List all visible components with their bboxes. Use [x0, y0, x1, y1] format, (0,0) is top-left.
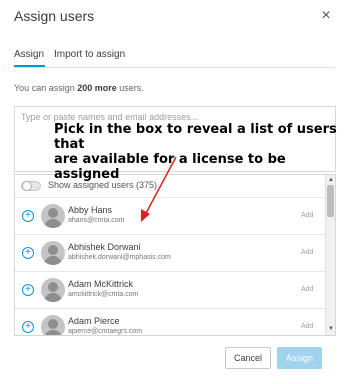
tab-import-to-assign[interactable]: Import to assign [54, 49, 125, 65]
user-name: Adam McKittrick [68, 279, 134, 289]
close-icon[interactable]: × [318, 8, 334, 24]
avatar [41, 204, 65, 228]
available-count: 200 more [77, 83, 117, 93]
user-email: apierce@cmtaegrs.com [68, 328, 143, 335]
show-assigned-toggle[interactable] [21, 181, 41, 191]
user-email: amckittrick@cmta.com [68, 291, 139, 298]
available-seats-text: You can assign 200 more users. [14, 83, 144, 93]
list-item[interactable]: + Adam McKittrick amckittrick@cmta.com A… [15, 271, 325, 307]
add-user-button[interactable]: Add [301, 212, 313, 219]
add-user-button[interactable]: Add [301, 286, 313, 293]
user-name: Abhishek Dorwani [68, 242, 141, 252]
tab-divider [14, 67, 335, 68]
user-email: abhishek.dorwani@mphasis.com [68, 254, 171, 261]
available-prefix: You can assign [14, 83, 78, 93]
available-suffix: users. [116, 83, 144, 93]
list-scrollbar[interactable]: ▲ ▼ [325, 175, 335, 335]
assign-button[interactable]: Assign [277, 347, 322, 369]
dialog-title: Assign users [14, 8, 95, 24]
user-email: ahans@cmta.com [68, 217, 125, 224]
instruction-annotation: Pick in the box to reveal a list of user… [54, 122, 344, 182]
tab-assign[interactable]: Assign [14, 49, 46, 67]
list-item[interactable]: + Abby Hans ahans@cmta.com Add [15, 197, 325, 233]
add-user-icon[interactable]: + [22, 210, 34, 222]
scroll-down-icon[interactable]: ▼ [326, 325, 335, 333]
scroll-thumb[interactable] [327, 185, 334, 217]
list-item[interactable]: + Abhishek Dorwani abhishek.dorwani@mpha… [15, 234, 325, 270]
list-item[interactable]: + Adam Pierce apierce@cmtaegrs.com Add [15, 308, 325, 335]
add-user-icon[interactable]: + [22, 284, 34, 296]
add-user-icon[interactable]: + [22, 321, 34, 333]
add-user-icon[interactable]: + [22, 247, 34, 259]
avatar [41, 315, 65, 335]
user-name: Abby Hans [68, 205, 113, 215]
cancel-button[interactable]: Cancel [225, 347, 271, 369]
avatar [41, 278, 65, 302]
add-user-button[interactable]: Add [301, 323, 313, 330]
assign-users-dialog: Assign users × Assign Import to assign Y… [0, 0, 349, 384]
toggle-knob [22, 181, 32, 191]
avatar [41, 241, 65, 265]
add-user-button[interactable]: Add [301, 249, 313, 256]
user-name: Adam Pierce [68, 316, 120, 326]
user-list: Show assigned users (375) + Abby Hans ah… [14, 174, 336, 336]
tab-bar: Assign Import to assign [14, 49, 334, 67]
annotation-line-1: Pick in the box to reveal a list of user… [54, 122, 337, 152]
annotation-line-2: are available for a license to be assign… [54, 152, 286, 182]
